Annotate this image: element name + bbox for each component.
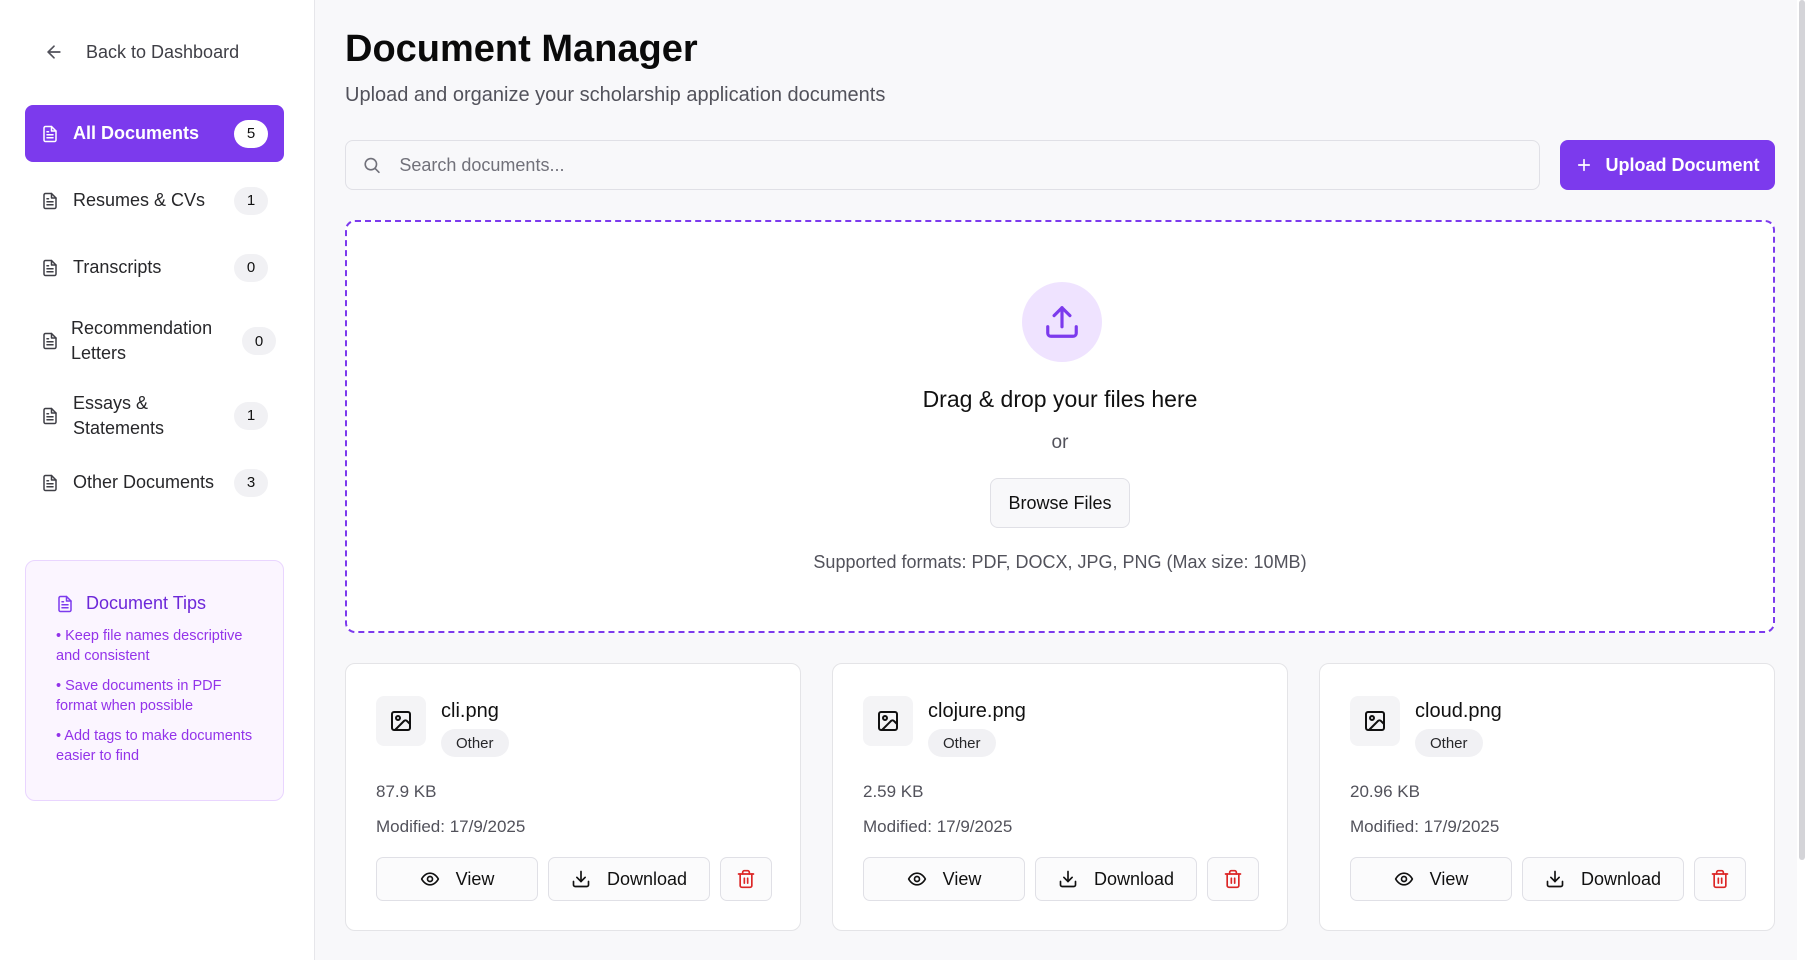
file-size: 20.96 KB <box>1350 782 1420 801</box>
sidebar-item-label: Transcripts <box>73 257 162 277</box>
download-icon <box>572 870 590 888</box>
arrow-left-icon <box>47 45 61 59</box>
file-size: 2.59 KB <box>863 782 924 801</box>
upload-document-button[interactable]: Upload Document <box>1560 140 1775 190</box>
back-label: Back to Dashboard <box>86 41 240 62</box>
view-label: View <box>455 868 495 889</box>
dropzone-title: Drag & drop your files here <box>922 386 1198 412</box>
file-name: cloud.png <box>1415 700 1502 722</box>
count-badge: 5 <box>234 119 268 148</box>
file-card: cli.png Other 87.9 KB Modified: 17/9/202… <box>345 663 801 931</box>
tip-item: • Keep file names descriptive and consis… <box>56 628 243 664</box>
trash-icon <box>1711 869 1729 889</box>
back-to-dashboard-link[interactable]: Back to Dashboard <box>44 38 239 66</box>
count-badge: 1 <box>234 401 268 430</box>
sidebar-item-transcripts[interactable]: Transcripts 0 <box>25 239 284 296</box>
trash-icon <box>737 869 755 889</box>
document-icon <box>43 474 57 491</box>
download-button[interactable]: Download <box>548 857 710 901</box>
upload-document-label: Upload Document <box>1605 154 1760 175</box>
sidebar-item-essays[interactable]: Essays & Statements 1 <box>25 387 284 444</box>
eye-icon <box>420 872 439 886</box>
count-badge: 1 <box>234 186 268 215</box>
scrollbar-thumb[interactable] <box>1799 0 1805 860</box>
scrollbar[interactable] <box>1797 0 1811 960</box>
supported-formats: Supported formats: PDF, DOCX, JPG, PNG (… <box>813 552 1307 572</box>
file-grid: cli.png Other 87.9 KB Modified: 17/9/202… <box>345 663 1775 933</box>
file-name: cli.png <box>441 700 499 722</box>
download-icon <box>1546 870 1564 888</box>
file-name: clojure.png <box>928 700 1026 722</box>
sidebar-item-label: All Documents <box>73 123 200 143</box>
dropzone-or: or <box>1051 432 1069 453</box>
eye-icon <box>1394 872 1413 886</box>
sidebar-item-label: Recommendation Letters <box>71 318 213 363</box>
document-icon <box>43 125 57 142</box>
download-button[interactable]: Download <box>1522 857 1684 901</box>
sidebar: Back to Dashboard All Documents 5 Resume… <box>0 0 315 960</box>
image-file-icon <box>1350 696 1400 746</box>
upload-icon-circle <box>1022 282 1102 362</box>
view-button[interactable]: View <box>1350 857 1512 901</box>
download-button[interactable]: Download <box>1035 857 1197 901</box>
delete-button[interactable] <box>1207 857 1259 901</box>
sidebar-item-all-documents[interactable]: All Documents 5 <box>25 105 284 162</box>
sidebar-item-label: Resumes & CVs <box>73 190 206 210</box>
trash-icon <box>1224 869 1242 889</box>
file-dropzone[interactable]: Drag & drop your files here or Browse Fi… <box>345 220 1775 633</box>
page-title: Document Manager <box>345 28 698 70</box>
document-icon <box>43 192 57 209</box>
document-icon <box>43 259 57 276</box>
download-icon <box>1059 870 1077 888</box>
view-button[interactable]: View <box>863 857 1025 901</box>
download-label: Download <box>606 868 688 889</box>
document-tips-panel: Document Tips • Keep file names descript… <box>25 560 284 801</box>
page-subtitle: Upload and organize your scholarship app… <box>345 84 886 106</box>
download-label: Download <box>1580 868 1662 889</box>
sidebar-item-label: Other Documents <box>73 472 215 492</box>
search-input[interactable] <box>399 154 1523 176</box>
file-modified: Modified: 17/9/2025 <box>376 817 526 836</box>
count-badge: 0 <box>234 253 268 282</box>
tips-title-label: Document Tips <box>86 593 207 613</box>
file-modified: Modified: 17/9/2025 <box>863 817 1013 836</box>
image-file-icon <box>863 696 913 746</box>
download-label: Download <box>1093 868 1175 889</box>
search-icon <box>364 157 380 174</box>
upload-icon <box>1046 306 1078 338</box>
file-card: cloud.png Other 20.96 KB Modified: 17/9/… <box>1319 663 1775 931</box>
delete-button[interactable] <box>1694 857 1746 901</box>
view-label: View <box>1429 868 1469 889</box>
plus-icon <box>1578 158 1591 172</box>
tip-item: • Add tags to make documents easier to f… <box>56 728 253 764</box>
file-category-tag: Other <box>1415 729 1483 757</box>
document-icon <box>43 407 57 424</box>
browse-files-button[interactable]: Browse Files <box>990 478 1130 528</box>
file-modified: Modified: 17/9/2025 <box>1350 817 1500 836</box>
file-size: 87.9 KB <box>376 782 437 801</box>
tips-title: Document Tips <box>56 593 253 614</box>
tip-item: • Save documents in PDF format when poss… <box>56 678 222 714</box>
sidebar-item-label: Essays & Statements <box>73 392 165 438</box>
document-icon <box>43 332 57 350</box>
eye-icon <box>907 872 926 886</box>
count-badge: 0 <box>242 327 277 355</box>
sidebar-item-other-documents[interactable]: Other Documents 3 <box>25 454 284 511</box>
sidebar-item-recommendation-letters[interactable]: Recommendation Letters 0 <box>25 306 284 376</box>
image-file-icon <box>376 696 426 746</box>
view-button[interactable]: View <box>376 857 538 901</box>
delete-button[interactable] <box>720 857 772 901</box>
count-badge: 3 <box>234 468 268 497</box>
view-label: View <box>942 868 982 889</box>
search-box <box>345 140 1540 190</box>
file-category-tag: Other <box>928 729 996 757</box>
file-card: clojure.png Other 2.59 KB Modified: 17/9… <box>832 663 1288 931</box>
sidebar-item-resumes[interactable]: Resumes & CVs 1 <box>25 172 284 229</box>
document-icon <box>58 595 72 612</box>
file-category-tag: Other <box>441 729 509 757</box>
